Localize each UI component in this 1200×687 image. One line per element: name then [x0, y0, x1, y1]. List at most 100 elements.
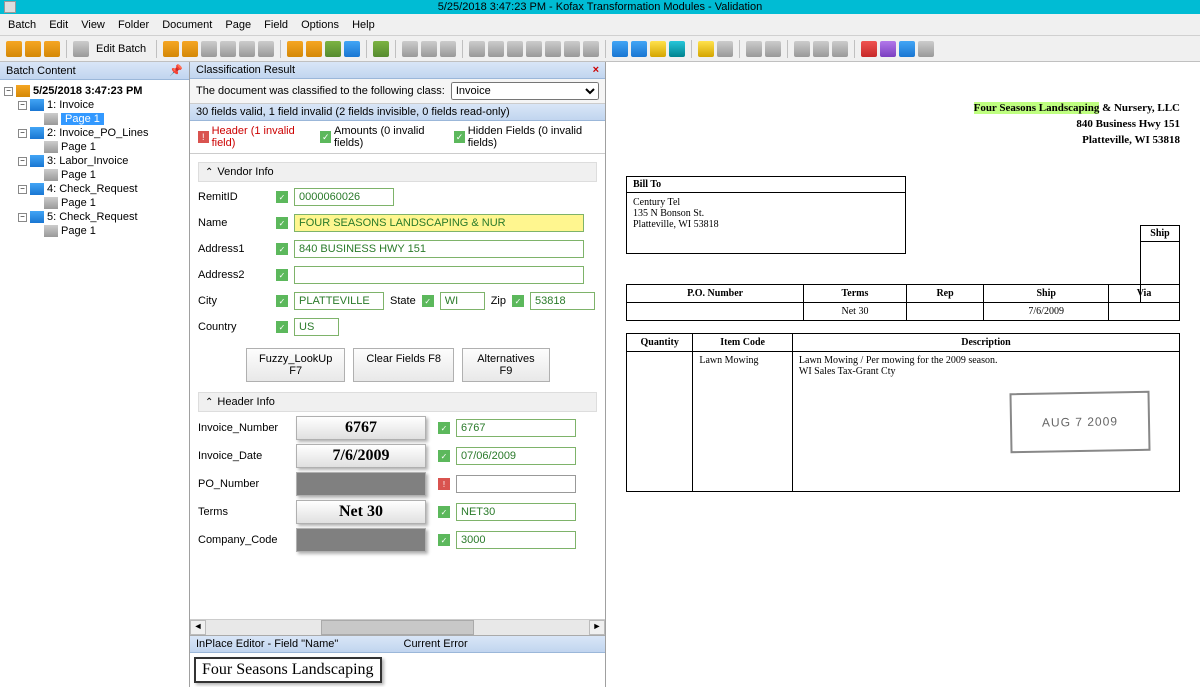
toolbar-icon[interactable]: [583, 41, 599, 57]
close-icon[interactable]: ×: [593, 64, 599, 76]
cursor-icon[interactable]: [488, 41, 504, 57]
toolbar-icon[interactable]: [325, 41, 341, 57]
invoice-date-input[interactable]: [456, 447, 576, 465]
po-number-input[interactable]: [456, 475, 576, 493]
undo-icon[interactable]: [746, 41, 762, 57]
toolbar-icon[interactable]: [258, 41, 274, 57]
tree-collapse-icon[interactable]: −: [18, 129, 27, 138]
toolbar-icon[interactable]: [526, 41, 542, 57]
toolbar-icon[interactable]: [899, 41, 915, 57]
document-viewer[interactable]: Four Seasons Landscaping & Nursery, LLC …: [606, 62, 1200, 687]
tree-collapse-icon[interactable]: −: [4, 87, 13, 96]
tree-collapse-icon[interactable]: −: [18, 157, 27, 166]
zip-input[interactable]: [530, 292, 595, 310]
tree-collapse-icon[interactable]: −: [18, 213, 27, 222]
tree-collapse-icon[interactable]: −: [18, 185, 27, 194]
city-input[interactable]: [294, 292, 384, 310]
form-body[interactable]: Vendor Info RemitID✓ Name✓ Address1✓ Add…: [190, 154, 605, 619]
toolbar-icon[interactable]: [287, 41, 303, 57]
toolbar-icon[interactable]: [201, 41, 217, 57]
alternatives-button[interactable]: AlternativesF9: [462, 348, 550, 382]
tree-page[interactable]: Page 1: [61, 197, 96, 209]
country-input[interactable]: [294, 318, 339, 336]
section-vendor[interactable]: Vendor Info: [198, 162, 597, 182]
tree-doc[interactable]: 5: Check_Request: [47, 211, 138, 223]
menu-edit[interactable]: Edit: [49, 19, 68, 31]
toolbar-icon[interactable]: [402, 41, 418, 57]
tree-root[interactable]: 5/25/2018 3:47:23 PM: [33, 85, 142, 97]
invoice-number-input[interactable]: [456, 419, 576, 437]
toolbar-icon[interactable]: [421, 41, 437, 57]
menu-document[interactable]: Document: [162, 19, 212, 31]
toolbar-icon[interactable]: [163, 41, 179, 57]
toolbar-icon[interactable]: [6, 41, 22, 57]
tree-doc[interactable]: 2: Invoice_PO_Lines: [47, 127, 149, 139]
company-code-input[interactable]: [456, 531, 576, 549]
menu-page[interactable]: Page: [225, 19, 251, 31]
toolbar-icon[interactable]: [918, 41, 934, 57]
tree-page-selected[interactable]: Page 1: [61, 113, 104, 125]
state-input[interactable]: [440, 292, 485, 310]
menu-field[interactable]: Field: [264, 19, 288, 31]
toolbar-icon[interactable]: [861, 41, 877, 57]
toolbar-icon[interactable]: [650, 41, 666, 57]
horizontal-scrollbar[interactable]: ◄ ►: [190, 619, 605, 635]
scroll-right-icon[interactable]: ►: [589, 620, 605, 635]
menu-view[interactable]: View: [81, 19, 105, 31]
toolbar-icon[interactable]: [564, 41, 580, 57]
toolbar-icon[interactable]: [440, 41, 456, 57]
scroll-track[interactable]: [206, 620, 589, 635]
batch-tree[interactable]: −5/25/2018 3:47:23 PM −1: Invoice Page 1…: [0, 80, 189, 687]
toolbar-icon[interactable]: [239, 41, 255, 57]
toolbar-icon[interactable]: [469, 41, 485, 57]
tree-page[interactable]: Page 1: [61, 169, 96, 181]
remitid-input[interactable]: [294, 188, 394, 206]
address2-input[interactable]: [294, 266, 584, 284]
toolbar-icon[interactable]: [182, 41, 198, 57]
tree-doc[interactable]: 4: Check_Request: [47, 183, 138, 195]
toolbar-icon[interactable]: [25, 41, 41, 57]
tree-page[interactable]: Page 1: [61, 225, 96, 237]
zoom-out-icon[interactable]: [631, 41, 647, 57]
name-input[interactable]: [294, 214, 584, 232]
toolbar-icon[interactable]: [717, 41, 733, 57]
tab-header[interactable]: !Header (1 invalid field): [194, 124, 312, 150]
toolbar-icon[interactable]: [220, 41, 236, 57]
toolbar-icon[interactable]: [669, 41, 685, 57]
toolbar-icon[interactable]: [344, 41, 360, 57]
toolbar-icon[interactable]: [698, 41, 714, 57]
scroll-left-icon[interactable]: ◄: [190, 620, 206, 635]
menu-options[interactable]: Options: [301, 19, 339, 31]
cut-icon[interactable]: [794, 41, 810, 57]
terms-input[interactable]: [456, 503, 576, 521]
fuzzy-lookup-button[interactable]: Fuzzy_LookUpF7: [246, 348, 345, 382]
menu-folder[interactable]: Folder: [118, 19, 149, 31]
toolbar-icon[interactable]: [306, 41, 322, 57]
menu-help[interactable]: Help: [352, 19, 375, 31]
tab-hidden[interactable]: ✓Hidden Fields (0 invalid fields): [450, 124, 601, 150]
clear-fields-button[interactable]: Clear Fields F8: [353, 348, 454, 382]
edit-batch-button[interactable]: Edit Batch: [92, 43, 150, 55]
tree-page[interactable]: Page 1: [61, 141, 96, 153]
toolbar-icon[interactable]: [73, 41, 89, 57]
section-header-info[interactable]: Header Info: [198, 392, 597, 412]
tab-amounts[interactable]: ✓Amounts (0 invalid fields): [316, 124, 446, 150]
scroll-thumb[interactable]: [321, 620, 474, 635]
toolbar-icon[interactable]: [545, 41, 561, 57]
toolbar-icon[interactable]: [44, 41, 60, 57]
paste-icon[interactable]: [832, 41, 848, 57]
address1-input[interactable]: [294, 240, 584, 258]
tree-doc[interactable]: 3: Labor_Invoice: [47, 155, 128, 167]
toolbar-icon[interactable]: [373, 41, 389, 57]
inplace-value[interactable]: Four Seasons Landscaping: [194, 657, 382, 683]
redo-icon[interactable]: [765, 41, 781, 57]
menu-batch[interactable]: Batch: [8, 19, 36, 31]
zoom-in-icon[interactable]: [612, 41, 628, 57]
toolbar-icon[interactable]: [507, 41, 523, 57]
class-select[interactable]: Invoice: [451, 82, 599, 100]
toolbar-icon[interactable]: [880, 41, 896, 57]
tree-doc[interactable]: 1: Invoice: [47, 99, 94, 111]
copy-icon[interactable]: [813, 41, 829, 57]
tree-collapse-icon[interactable]: −: [18, 101, 27, 110]
pin-icon[interactable]: 📌: [169, 64, 183, 77]
